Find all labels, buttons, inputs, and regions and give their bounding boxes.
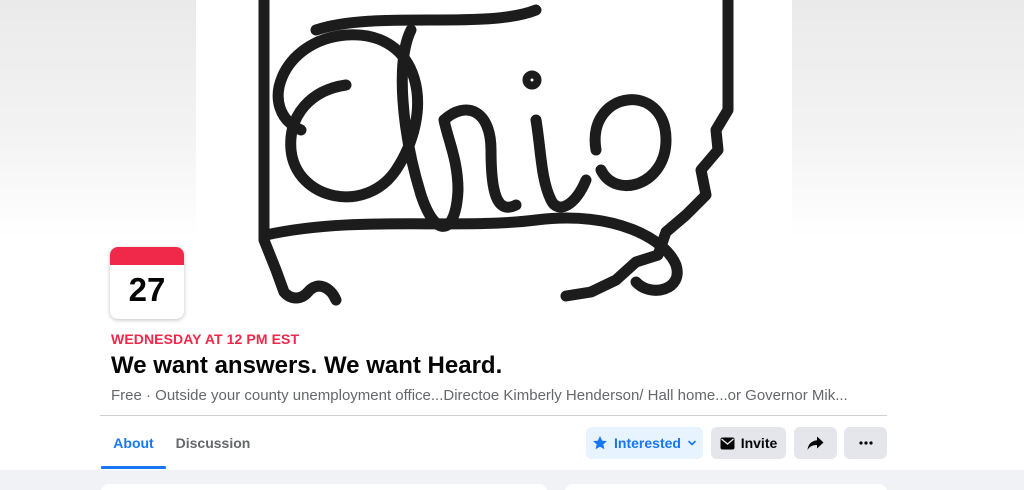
event-title: We want answers. We want Heard. (111, 352, 503, 379)
side-card (565, 484, 887, 490)
interested-label: Interested (614, 435, 681, 451)
share-button[interactable] (794, 427, 837, 459)
invite-button[interactable]: Invite (711, 427, 786, 459)
more-options-button[interactable] (844, 427, 887, 459)
more-dots-icon (858, 441, 873, 445)
tab-about[interactable]: About (101, 425, 166, 465)
date-badge-day: 27 (128, 271, 166, 308)
envelope-icon (720, 437, 735, 449)
event-datetime: WEDNESDAY AT 12 PM EST (111, 331, 300, 347)
star-icon (593, 436, 608, 450)
interested-button[interactable]: Interested (586, 427, 703, 459)
share-arrow-icon (807, 436, 824, 450)
tab-discussion[interactable]: Discussion (166, 425, 260, 465)
cover-image[interactable] (196, 0, 792, 306)
header-divider (100, 415, 887, 416)
event-date-badge: 27 (110, 247, 184, 319)
event-subtitle[interactable]: Free · Outside your county unemployment … (111, 387, 871, 404)
date-badge-top-bar (110, 247, 184, 265)
chevron-down-icon (688, 440, 696, 446)
details-card (101, 484, 547, 490)
ohio-logo-illustration (258, 0, 734, 306)
invite-label: Invite (740, 435, 778, 451)
active-tab-indicator (101, 466, 166, 469)
